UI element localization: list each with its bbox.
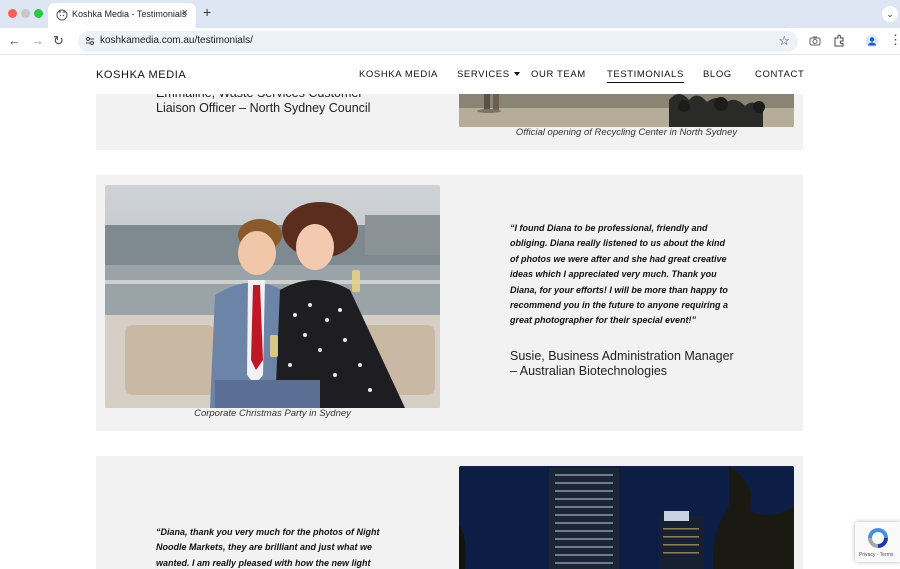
bookmark-star-icon[interactable]: ☆: [778, 33, 790, 49]
quote-line: Noodle Markets, they are brilliant and j…: [156, 542, 373, 553]
night-city-photo: [459, 466, 794, 569]
camera-icon[interactable]: [808, 34, 822, 48]
minimize-window-button[interactable]: [21, 9, 30, 18]
nav-testimonials[interactable]: TESTIMONIALS: [607, 69, 684, 83]
recaptcha-icon: [868, 528, 888, 548]
quote-line: recommend you in the future to anyone re…: [510, 300, 729, 311]
nav-blog[interactable]: BLOG: [703, 69, 732, 80]
webpage-viewport: Emmaline, Waste Services Customer Liaiso…: [0, 56, 900, 569]
close-window-button[interactable]: [8, 9, 17, 18]
quote-line: great photographer for their special eve…: [510, 315, 697, 326]
testimonial-2-quote: “I found Diana to be professional, frien…: [510, 221, 728, 329]
quote-line: obliging. Diana really listened to us ab…: [510, 238, 726, 249]
quote-line: “I found Diana to be professional, frien…: [510, 223, 708, 233]
forward-arrow-icon[interactable]: →: [31, 33, 44, 48]
extensions-puzzle-icon[interactable]: [832, 34, 846, 48]
tab-close-icon[interactable]: ×: [182, 7, 188, 19]
quote-line: wanted. I am really pleased with how the…: [156, 557, 371, 568]
attribution-line-2: – Australian Biotechnologies: [510, 364, 668, 378]
address-bar[interactable]: koshkamedia.com.au/testimonials/ ☆: [78, 31, 798, 52]
profile-avatar-icon[interactable]: [865, 34, 879, 48]
site-logo[interactable]: KOSHKA MEDIA: [96, 69, 186, 81]
quote-line: “Diana, thank you very much for the phot…: [156, 527, 380, 537]
chevron-down-icon: [513, 72, 520, 77]
testimonial-2-attribution: Susie, Business Administration Manager –…: [510, 349, 734, 379]
recaptcha-privacy-terms[interactable]: Privacy - Terms: [859, 552, 893, 558]
koshka-favicon-icon: [56, 9, 68, 21]
url-text: koshkamedia.com.au/testimonials/: [100, 35, 253, 46]
nav-koshka-media[interactable]: KOSHKA MEDIA: [359, 69, 438, 80]
nav-services[interactable]: SERVICES: [457, 69, 520, 80]
testimonial-1-caption: Official opening of Recycling Center in …: [515, 127, 738, 138]
quote-line: of photos we were after and she had grea…: [510, 253, 727, 264]
attribution-line-1: Susie, Business Administration Manager: [510, 349, 734, 363]
browser-toolbar: ← → ↻ koshkamedia.com.au/testimonials/ ☆…: [0, 28, 900, 55]
tab-title: Koshka Media - Testimonials: [72, 9, 187, 19]
nav-services-label: SERVICES: [457, 69, 510, 80]
christmas-party-photo: [105, 185, 440, 408]
browser-menu-icon[interactable]: ⋮: [889, 32, 900, 48]
quote-line: Diana, for your efforts! I will be more …: [510, 284, 728, 295]
new-tab-button[interactable]: +: [203, 4, 211, 20]
nav-our-team[interactable]: OUR TEAM: [531, 69, 586, 80]
site-header: KOSHKA MEDIA KOSHKA MEDIA SERVICES OUR T…: [0, 56, 900, 94]
quote-line: ideas which I appreciated very much. Tha…: [510, 269, 717, 280]
nav-contact[interactable]: CONTACT: [755, 69, 804, 80]
tab-search-icon[interactable]: ⌄: [882, 6, 898, 22]
reload-icon[interactable]: ↻: [53, 33, 64, 49]
maximize-window-button[interactable]: [34, 9, 43, 18]
browser-tab-bar: Koshka Media - Testimonials × + ⌄: [0, 0, 900, 28]
attribution-line-2: Liaison Officer – North Sydney Council: [156, 101, 371, 115]
recaptcha-badge[interactable]: Privacy - Terms: [855, 522, 900, 562]
browser-tab[interactable]: Koshka Media - Testimonials ×: [48, 3, 196, 28]
back-arrow-icon[interactable]: ←: [8, 33, 21, 48]
testimonial-2-caption: Corporate Christmas Party in Sydney: [194, 408, 351, 419]
testimonial-3-quote: “Diana, thank you very much for the phot…: [156, 525, 380, 569]
site-info-icon[interactable]: [84, 35, 96, 47]
